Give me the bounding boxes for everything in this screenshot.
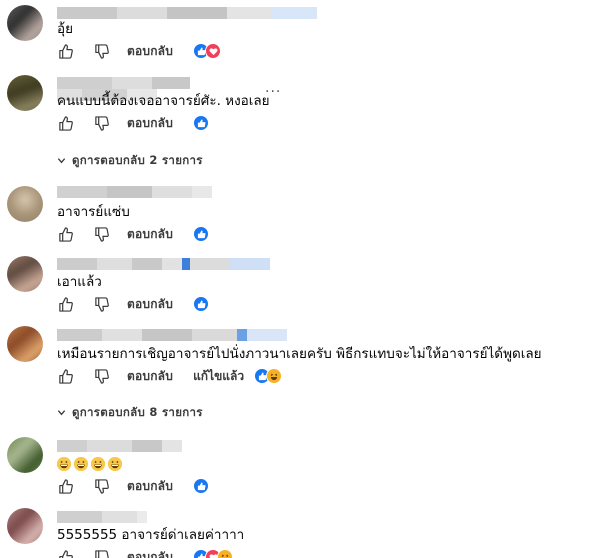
author-name[interactable] (57, 440, 182, 452)
thumbs-down-icon[interactable] (93, 115, 109, 131)
thumbs-up-icon[interactable] (57, 478, 73, 494)
grinning-face-icon (74, 457, 88, 471)
thumbs-up-icon[interactable] (57, 226, 73, 242)
reaction-summary[interactable] (193, 43, 222, 59)
avatar[interactable] (7, 256, 43, 292)
comment-actions: ตอบกลับ (57, 477, 210, 496)
chevron-down-icon (57, 154, 66, 168)
author-name[interactable] (57, 186, 212, 198)
comment-actions: ตอบกลับ (57, 225, 210, 244)
author-name[interactable] (57, 258, 270, 270)
view-replies-link[interactable]: ดูการตอบกลับ 8 รายการ (57, 404, 203, 422)
thumbs-down-icon[interactable] (93, 296, 109, 312)
reaction-summary[interactable] (193, 296, 210, 312)
chevron-down-icon (57, 406, 66, 420)
grinning-face-icon (108, 457, 122, 471)
view-replies-label: ดูการตอบกลับ 2 รายการ (72, 153, 203, 167)
author-name[interactable] (57, 77, 190, 89)
comment-text: เอาแล้ว (57, 274, 102, 290)
haha-icon (217, 549, 234, 558)
reaction-summary[interactable] (193, 478, 210, 494)
author-name[interactable] (57, 511, 147, 523)
thumbs-up-icon[interactable] (57, 115, 73, 131)
reaction-summary[interactable] (254, 368, 283, 384)
reaction-summary[interactable] (193, 549, 234, 558)
comment-text: อาจารย์แซ่บ (57, 204, 130, 220)
avatar[interactable] (7, 508, 43, 544)
comment-actions: ตอบกลับ (57, 548, 234, 558)
love-icon (205, 43, 222, 59)
avatar[interactable] (7, 186, 43, 222)
avatar[interactable] (7, 326, 43, 362)
comment-actions: ตอบกลับ (57, 295, 210, 314)
thumbs-up-icon[interactable] (57, 296, 73, 312)
reply-button[interactable]: ตอบกลับ (127, 42, 173, 61)
more-options-icon[interactable]: ··· (265, 84, 281, 100)
avatar[interactable] (7, 437, 43, 473)
reply-button[interactable]: ตอบกลับ (127, 477, 173, 496)
comment-actions: ตอบกลับ (57, 42, 222, 61)
like-icon (193, 296, 210, 312)
comment-emojis (57, 456, 125, 474)
thumbs-down-icon[interactable] (93, 478, 109, 494)
author-name[interactable] (57, 7, 317, 19)
comment-text: อุ้ย (57, 21, 74, 37)
thumbs-up-icon[interactable] (57, 368, 73, 384)
like-icon (193, 115, 210, 131)
haha-icon (266, 368, 283, 384)
comment-actions: ตอบกลับ แก้ไขแล้ว (57, 367, 283, 386)
thumbs-down-icon[interactable] (93, 43, 109, 59)
thumbs-down-icon[interactable] (93, 368, 109, 384)
reply-button[interactable]: ตอบกลับ (127, 548, 173, 558)
edited-label[interactable]: แก้ไขแล้ว (193, 367, 244, 386)
comment-actions: ตอบกลับ (57, 114, 210, 133)
comment-text: 5555555 อาจารย์ด่าเลยค่าาาา (57, 527, 245, 543)
reply-button[interactable]: ตอบกลับ (127, 114, 173, 133)
like-icon (193, 226, 210, 242)
grinning-face-icon (57, 457, 71, 471)
reply-button[interactable]: ตอบกลับ (127, 295, 173, 314)
thumbs-down-icon[interactable] (93, 549, 109, 558)
reply-button[interactable]: ตอบกลับ (127, 367, 173, 386)
reaction-summary[interactable] (193, 115, 210, 131)
author-name[interactable] (57, 329, 287, 341)
reaction-summary[interactable] (193, 226, 210, 242)
comment-text: เหมือนรายการเชิญอาจารย์ไปนั่งภาวนาเลยครั… (57, 346, 542, 362)
comment-text: คนแบบนี้ต้องเจออาจารย์ศัะ. หงอเลย (57, 93, 270, 109)
thumbs-up-icon[interactable] (57, 43, 73, 59)
reply-button[interactable]: ตอบกลับ (127, 225, 173, 244)
grinning-face-icon (91, 457, 105, 471)
avatar[interactable] (7, 5, 43, 41)
thumbs-down-icon[interactable] (93, 226, 109, 242)
thumbs-up-icon[interactable] (57, 549, 73, 558)
avatar[interactable] (7, 75, 43, 111)
view-replies-link[interactable]: ดูการตอบกลับ 2 รายการ (57, 152, 203, 170)
like-icon (193, 478, 210, 494)
view-replies-label: ดูการตอบกลับ 8 รายการ (72, 405, 203, 419)
